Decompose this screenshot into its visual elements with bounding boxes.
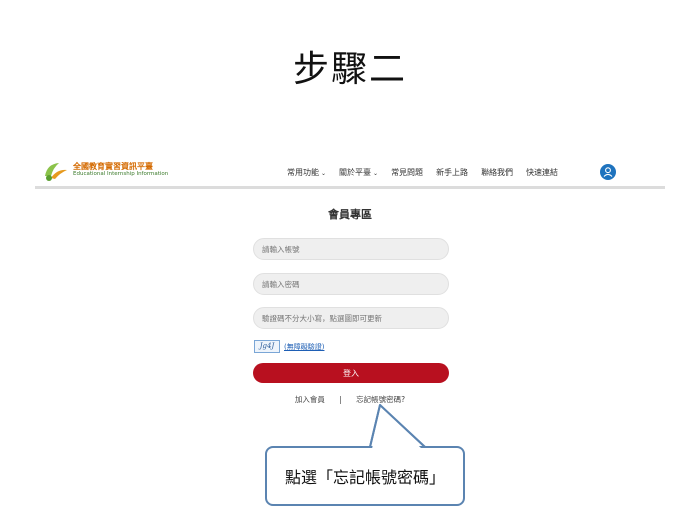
callout-pointer-cover — [369, 404, 426, 449]
instruction-callout-text: 點選「忘記帳號密碼」 — [284, 468, 445, 487]
